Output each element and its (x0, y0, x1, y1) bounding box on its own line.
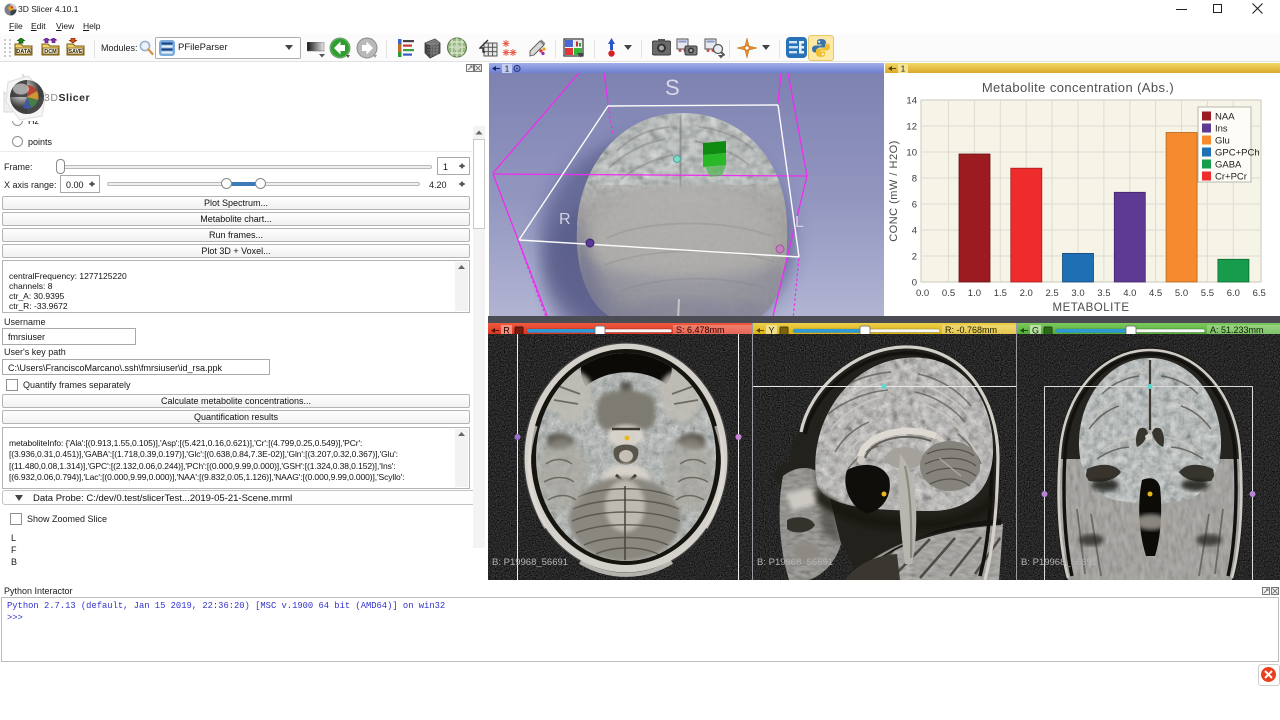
svg-text:3.5: 3.5 (1097, 288, 1110, 299)
svg-text:2.0: 2.0 (1020, 288, 1033, 299)
svg-text:SAVE: SAVE (69, 49, 83, 55)
svg-text:6: 6 (912, 200, 917, 211)
svg-text:1.5: 1.5 (994, 288, 1007, 299)
svg-text:6.0: 6.0 (1227, 288, 1240, 299)
svg-text:NAA: NAA (1215, 112, 1235, 123)
svg-text:8: 8 (912, 174, 917, 185)
svg-text:1: 1 (505, 65, 510, 74)
svg-text:S: S (665, 75, 680, 100)
svg-text:CONC (mW / H2O): CONC (mW / H2O) (888, 140, 900, 242)
svg-text:0: 0 (912, 278, 917, 289)
svg-text:5.5: 5.5 (1201, 288, 1214, 299)
svg-text:5.0: 5.0 (1175, 288, 1188, 299)
svg-text:3.0: 3.0 (1071, 288, 1084, 299)
svg-text:2.5: 2.5 (1045, 288, 1058, 299)
svg-text:1: 1 (901, 65, 906, 74)
svg-text:4: 4 (912, 226, 917, 237)
svg-text:2: 2 (912, 252, 917, 263)
svg-text:R: R (559, 211, 571, 228)
svg-text:10: 10 (906, 148, 917, 159)
svg-text:0.0: 0.0 (916, 288, 929, 299)
svg-text:L: L (795, 214, 804, 231)
svg-text:DCM: DCM (44, 49, 57, 55)
svg-text:Metabolite concentration (Abs.: Metabolite concentration (Abs.) (982, 80, 1174, 95)
svg-text:GABA: GABA (1215, 160, 1242, 171)
svg-text:DATA: DATA (16, 49, 30, 55)
svg-text:B: P19968_56691: B: P19968_56691 (492, 557, 568, 568)
svg-text:Cr+PCr: Cr+PCr (1215, 172, 1247, 183)
svg-text:12: 12 (906, 122, 917, 133)
svg-text:B: P19968_56691: B: P19968_56691 (757, 557, 833, 568)
svg-text:METABOLITE: METABOLITE (1053, 302, 1130, 314)
svg-text:Glu: Glu (1215, 136, 1230, 147)
svg-text:4.0: 4.0 (1123, 288, 1136, 299)
svg-text:4.5: 4.5 (1149, 288, 1162, 299)
svg-text:GPC+PCh: GPC+PCh (1215, 148, 1260, 159)
svg-text:B: P19968_56691: B: P19968_56691 (1021, 557, 1097, 568)
svg-text:0.5: 0.5 (942, 288, 955, 299)
svg-text:6.5: 6.5 (1253, 288, 1266, 299)
svg-text:14: 14 (906, 96, 917, 107)
svg-text:1.0: 1.0 (968, 288, 981, 299)
svg-text:Ins: Ins (1215, 124, 1228, 135)
